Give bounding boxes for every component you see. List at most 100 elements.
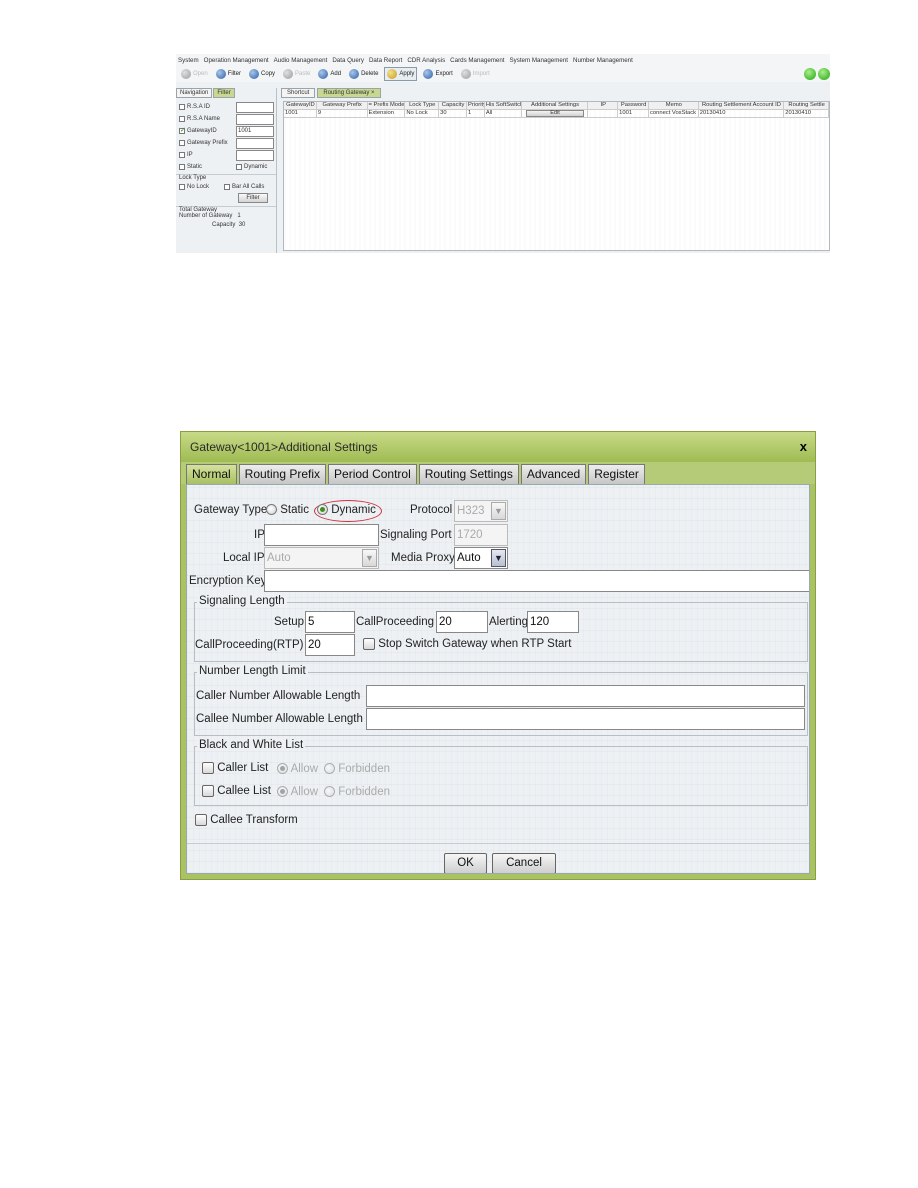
import-button[interactable]: Import [459,68,492,80]
menu-data-report[interactable]: Data Report [369,57,402,64]
tab-routing-prefix[interactable]: Routing Prefix [238,464,327,484]
table-cell: 20130410 [698,110,785,118]
export-button[interactable]: Export [421,68,454,80]
alerting-input[interactable]: 120 [527,611,579,633]
column-header[interactable]: GatewayID [284,102,317,110]
table-cell: Edit [521,110,589,118]
tab-routing-gateway[interactable]: Routing Gateway × [317,88,381,98]
tab-shortcut[interactable]: Shortcut [281,88,316,98]
rsa-id-input[interactable] [236,101,274,113]
menu-operation-management[interactable]: Operation Management [204,57,269,64]
column-header[interactable]: Priority [467,102,485,110]
ip-input[interactable] [264,524,379,546]
ip-checkbox[interactable] [179,152,185,158]
gateway-id-label: GatewayID [187,128,217,134]
close-icon[interactable]: x [800,439,807,454]
open-button[interactable]: Open [179,68,210,80]
menu-audio-management[interactable]: Audio Management [274,57,328,64]
column-header[interactable]: Lock Type [405,102,440,110]
callee-transform-checkbox[interactable]: Callee Transform [195,814,298,826]
column-header[interactable]: Routing Settlement Account ID [698,102,785,110]
column-header[interactable]: Routing Settle [784,102,829,110]
gateway-id-input[interactable]: 1001 [236,125,274,137]
menu-cards-management[interactable]: Cards Management [450,57,504,64]
stop-switch-checkbox[interactable]: Stop Switch Gateway when RTP Start [363,638,571,650]
tab-register[interactable]: Register [588,464,645,484]
signaling-port-input[interactable]: 1720 [454,524,508,546]
content-area: Shortcut Routing Gateway × GatewayID Gate… [281,88,830,253]
call-proceeding-input[interactable]: 20 [436,611,488,633]
column-header[interactable]: IP [588,102,619,110]
column-header[interactable]: Gateway Prefix [316,102,368,110]
media-proxy-select[interactable]: Auto ▼ [454,547,508,569]
rsa-id-checkbox[interactable] [179,104,185,110]
rsa-name-input[interactable] [236,113,274,125]
rsa-name-checkbox[interactable] [179,116,185,122]
menu-system-management[interactable]: System Management [510,57,568,64]
callee-forbidden-radio[interactable]: Forbidden [324,786,390,798]
table-cell: Extension [367,110,406,118]
menu-system[interactable]: System [178,57,199,64]
cancel-button[interactable]: Cancel [492,853,556,873]
edit-button[interactable]: Edit [525,110,585,117]
delete-button[interactable]: Delete [347,68,380,80]
table-cell: 1 [467,110,485,118]
tab-navigation[interactable]: Navigation [176,88,213,98]
apply-button[interactable]: Apply [384,67,418,81]
paste-button[interactable]: Paste [281,68,312,80]
column-header[interactable]: His SoftSwitch [484,102,522,110]
open-icon [181,69,191,79]
caller-list-checkbox[interactable]: Caller List [202,762,268,774]
menu-number-management[interactable]: Number Management [573,57,633,64]
filter-button[interactable]: Filter [214,68,243,80]
no-lock-checkbox[interactable] [179,184,185,190]
encryption-key-input[interactable] [264,570,809,592]
column-header[interactable]: Password [618,102,649,110]
menu-cdr-analysis[interactable]: CDR Analysis [407,57,445,64]
tab-routing-settings[interactable]: Routing Settings [418,464,519,484]
setup-input[interactable]: 5 [305,611,355,633]
callee-allow-radio[interactable]: Allow [277,786,318,798]
table-row[interactable]: 1001 9 Extension No Lock 30 1 All Edit 1001 conne… [284,110,829,118]
column-header[interactable]: Additional Settings [521,102,589,110]
export-icon [423,69,434,79]
gateway-prefix-input[interactable] [236,137,274,149]
protocol-select[interactable]: H323 ▼ [454,500,508,522]
tab-advanced[interactable]: Advanced [520,464,587,484]
copy-button[interactable]: Copy [247,68,277,80]
caller-length-input[interactable] [366,685,805,707]
column-header[interactable]: Capacity [439,102,467,110]
callee-length-input[interactable] [366,708,805,730]
gateway-id-checkbox[interactable] [179,126,186,134]
add-button[interactable]: Add [316,68,343,80]
caller-allow-radio[interactable]: Allow [277,763,318,775]
tab-period-control[interactable]: Period Control [328,464,417,484]
call-proceeding-label: CallProceeding [356,616,434,628]
column-header[interactable]: Memo [649,102,699,110]
table-cell: 1001 [284,110,317,118]
callee-list-checkbox[interactable]: Callee List [202,785,271,797]
ok-button[interactable]: OK [444,853,487,873]
chevron-down-icon: ▼ [491,549,506,567]
local-ip-select[interactable]: Auto ▼ [264,547,379,569]
total-gateway-group-label: Total Gateway [176,206,276,213]
table-cell: No Lock [405,110,440,118]
dialog-titlebar[interactable]: Gateway<1001>Additional Settings x [181,432,815,462]
filter-apply-button[interactable]: Filter [238,193,268,203]
tab-filter[interactable]: Filter [213,88,235,98]
ip-filter-input[interactable] [236,149,274,161]
menu-data-query[interactable]: Data Query [332,57,364,64]
bar-all-calls-checkbox[interactable] [224,184,230,190]
column-header[interactable]: = Prefix Mode [367,102,406,110]
chevron-down-icon: ▼ [362,549,377,567]
dynamic-checkbox[interactable] [236,164,242,170]
import-icon [460,69,471,79]
call-proceeding-rtp-input[interactable]: 20 [305,634,355,656]
signaling-length-legend: Signaling Length [197,595,287,607]
caller-forbidden-radio[interactable]: Forbidden [324,763,390,775]
dynamic-radio[interactable]: Dynamic [317,504,376,516]
static-checkbox[interactable] [179,164,185,170]
static-radio[interactable]: Static [266,504,309,516]
gateway-prefix-checkbox[interactable] [179,140,185,146]
tab-normal[interactable]: Normal [186,464,237,484]
